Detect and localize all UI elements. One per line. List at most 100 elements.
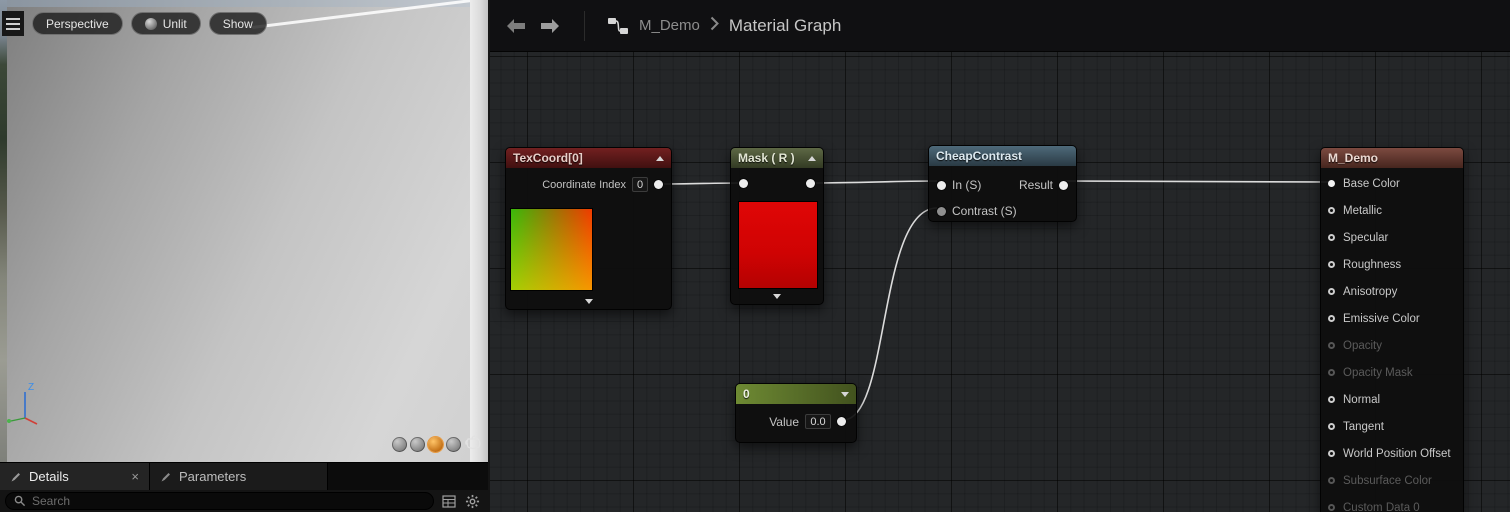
back-arrow-icon[interactable]: [504, 18, 528, 34]
sky-strip: [7, 0, 470, 7]
coordinate-index-input[interactable]: [632, 177, 648, 192]
viewport-menu-icon[interactable]: [2, 11, 24, 36]
material-pin-icon[interactable]: [1328, 288, 1335, 295]
tab-details[interactable]: Details ×: [0, 463, 150, 490]
view-mode-label: Unlit: [162, 16, 187, 31]
contrast-in-pin[interactable]: [937, 180, 946, 190]
preview-mesh-plane-icon-selected[interactable]: [428, 437, 443, 452]
preview-mesh-sphere-icon[interactable]: [410, 437, 425, 452]
material-pin-label: Tangent: [1343, 420, 1384, 433]
collapse-chevron-icon[interactable]: [656, 155, 664, 161]
material-pin-icon: [1328, 369, 1335, 376]
view-mode-button[interactable]: Unlit: [130, 12, 201, 35]
show-button[interactable]: Show: [208, 12, 267, 35]
material-pin-row: Normal: [1321, 386, 1463, 413]
perspective-button[interactable]: Perspective: [32, 12, 123, 35]
wire-mask-to-contrast: [810, 180, 938, 184]
constant-dropdown-chevron-icon[interactable]: [841, 391, 849, 397]
panel-tab-bar: Details × Parameters: [0, 463, 488, 490]
wire-texcoord-to-mask: [659, 182, 742, 185]
material-pin-icon[interactable]: [1328, 234, 1335, 241]
material-pin-row: Emissive Color: [1321, 305, 1463, 332]
material-pin-icon: [1328, 342, 1335, 349]
material-pin-icon[interactable]: [1328, 450, 1335, 457]
material-node-title: M_Demo: [1328, 151, 1379, 165]
material-graph-icon: [607, 16, 629, 36]
mask-node-header[interactable]: Mask ( R ): [731, 148, 823, 168]
material-pin-icon[interactable]: [1328, 180, 1335, 187]
material-pins: Base Color Metallic Specular Roughness Aniso…: [1321, 168, 1463, 512]
preview-mesh-cube-icon[interactable]: [446, 437, 461, 452]
mask-node-title: Mask ( R ): [738, 151, 795, 165]
viewport-toolbar: Perspective Unlit Show: [32, 12, 267, 35]
texcoord-uv-preview: [510, 208, 593, 291]
forward-arrow-icon[interactable]: [538, 18, 562, 34]
details-search-row: [0, 490, 488, 512]
collapse-chevron-icon[interactable]: [808, 155, 816, 161]
preview-mesh-cylinder-icon[interactable]: [392, 437, 407, 452]
material-pin-icon[interactable]: [1328, 315, 1335, 322]
mask-red-preview: [738, 201, 818, 289]
constant-value-row: Value: [736, 404, 856, 429]
graph-toolbar: M_Demo Material Graph: [490, 0, 1510, 52]
details-tab-close-icon[interactable]: ×: [131, 469, 139, 484]
material-node-header[interactable]: M_Demo: [1321, 148, 1463, 168]
node-cheap-contrast[interactable]: CheapContrast In (S) Result Contrast (S): [928, 145, 1077, 222]
material-pin-label: Anisotropy: [1343, 285, 1398, 298]
show-label: Show: [222, 16, 253, 31]
parameters-tab-pencil-icon: [161, 472, 170, 481]
material-pin-row: Metallic: [1321, 197, 1463, 224]
material-pin-row: Base Color: [1321, 170, 1463, 197]
search-icon: [14, 495, 26, 507]
node-material-result[interactable]: M_Demo Base Color Metallic Specular Roughne…: [1320, 147, 1464, 512]
breadcrumb-root[interactable]: M_Demo: [639, 17, 700, 34]
material-pin-label: Base Color: [1343, 177, 1400, 190]
expand-preview-chevron-icon[interactable]: [584, 299, 593, 304]
preview-mesh-teapot-icon[interactable]: [464, 434, 484, 455]
viewport-right-highlight: [470, 0, 488, 462]
node-component-mask[interactable]: Mask ( R ): [730, 147, 824, 305]
details-panel-icons: [442, 494, 483, 509]
contrast-result-pin[interactable]: [1059, 180, 1068, 190]
material-graph-canvas[interactable]: TexCoord[0] Coordinate Index Mask ( R ): [490, 0, 1510, 512]
node-constant[interactable]: 0 Value: [735, 383, 857, 443]
parameters-tab-label: Parameters: [179, 469, 247, 484]
material-pin-label: Opacity: [1343, 339, 1382, 352]
details-panel: Details × Parameters: [0, 462, 488, 512]
tab-parameters[interactable]: Parameters: [150, 463, 328, 490]
search-box[interactable]: [5, 492, 434, 510]
details-tab-pencil-icon: [11, 472, 20, 481]
preview-viewport[interactable]: Perspective Unlit Show Z: [0, 0, 488, 462]
constant-node-header[interactable]: 0: [736, 384, 856, 404]
node-texcoord[interactable]: TexCoord[0] Coordinate Index: [505, 147, 672, 310]
constant-output-pin[interactable]: [837, 417, 846, 426]
mask-input-pin[interactable]: [739, 178, 748, 188]
texcoord-output-pin[interactable]: [654, 180, 663, 189]
material-pin-icon[interactable]: [1328, 423, 1335, 430]
material-pin-row: Roughness: [1321, 251, 1463, 278]
texcoord-node-header[interactable]: TexCoord[0]: [506, 148, 671, 168]
cheap-contrast-node-header[interactable]: CheapContrast: [929, 146, 1076, 166]
material-pin-icon[interactable]: [1328, 261, 1335, 268]
material-pin-label: Normal: [1343, 393, 1381, 406]
expand-preview-chevron-icon[interactable]: [773, 294, 781, 299]
view-options-grid-icon[interactable]: [442, 494, 456, 508]
material-pin-label: Roughness: [1343, 258, 1402, 271]
material-pin-row: Subsurface Color: [1321, 467, 1463, 494]
mask-output-pin[interactable]: [806, 178, 815, 188]
search-input[interactable]: [32, 494, 425, 508]
gear-icon[interactable]: [465, 494, 480, 509]
material-pin-row: Opacity: [1321, 332, 1463, 359]
material-pin-icon[interactable]: [1328, 396, 1335, 403]
material-pin-icon[interactable]: [1328, 207, 1335, 214]
contrast-contrast-pin[interactable]: [937, 206, 946, 216]
wire-constant-to-contrast: [843, 207, 938, 421]
coordinate-index-label: Coordinate Index: [542, 178, 626, 191]
material-pin-label: Emissive Color: [1343, 312, 1420, 325]
breadcrumb-chevron-icon: [710, 16, 719, 36]
constant-value-input[interactable]: [805, 414, 831, 429]
perspective-label: Perspective: [46, 16, 109, 31]
material-pin-row: Anisotropy: [1321, 278, 1463, 305]
material-pin-icon: [1328, 504, 1335, 511]
material-pin-row: Opacity Mask: [1321, 359, 1463, 386]
